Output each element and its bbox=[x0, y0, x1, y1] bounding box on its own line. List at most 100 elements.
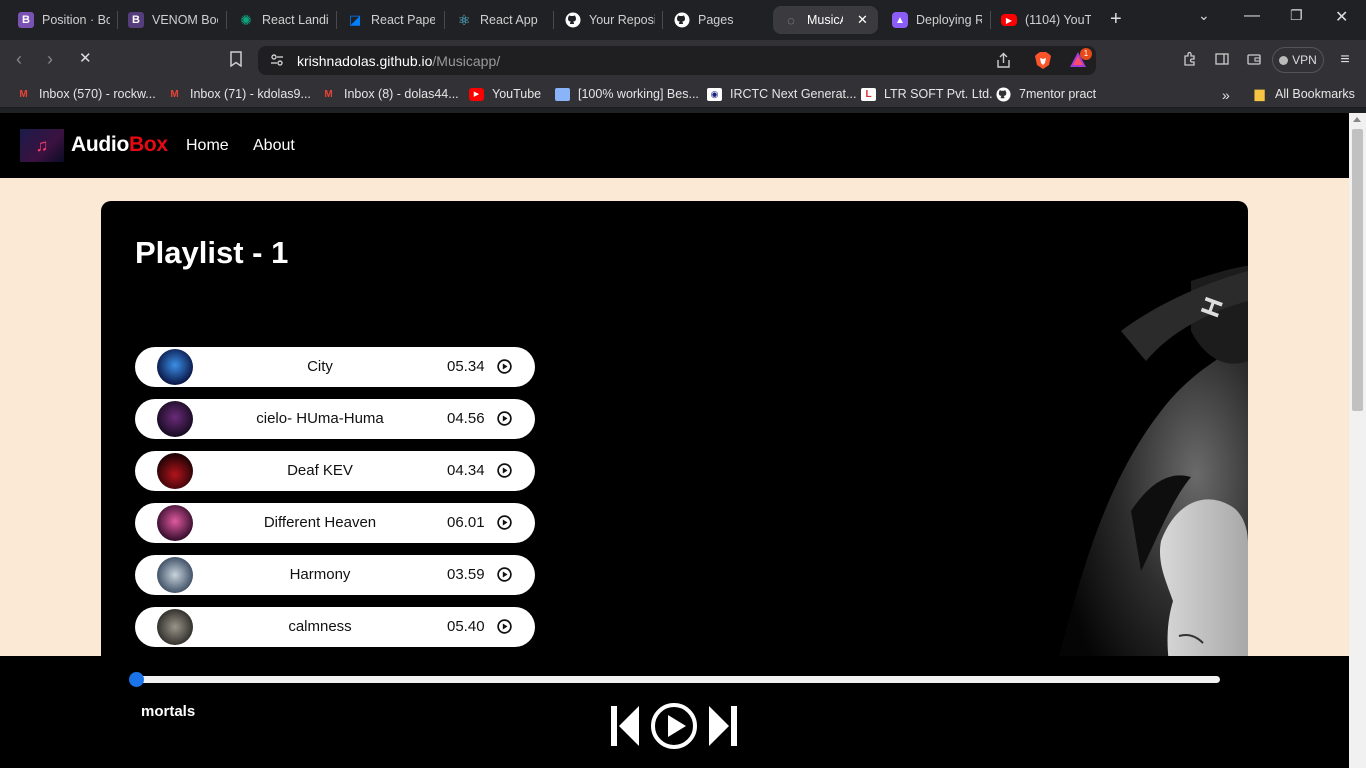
song-duration: 03.59 bbox=[447, 566, 485, 583]
tab-react-landing[interactable]: ✺ React Landin bbox=[238, 6, 328, 34]
tab-search-chevron-icon[interactable]: ⌄ bbox=[1198, 7, 1210, 24]
url-text[interactable]: krishnadolas.github.io/Musicapp/ bbox=[297, 53, 500, 69]
nav-about-link[interactable]: About bbox=[253, 137, 295, 155]
page-viewport: ♫ AudioBox Home About H Playlist - 1 Cit… bbox=[0, 113, 1349, 768]
stop-loading-icon[interactable]: ✕ bbox=[79, 50, 92, 68]
github-icon bbox=[996, 86, 1011, 102]
react-icon: ⚛ bbox=[457, 11, 471, 28]
nav-home-link[interactable]: Home bbox=[186, 137, 229, 155]
bookmark-gmail-1[interactable]: M Inbox (570) - rockw... bbox=[16, 87, 156, 101]
deploy-icon: ▲ bbox=[892, 12, 908, 28]
site-settings-icon[interactable] bbox=[270, 53, 284, 67]
brave-shields-icon[interactable] bbox=[1034, 51, 1052, 70]
tab-title: React App bbox=[480, 13, 538, 27]
song-item-city[interactable]: City 05.34 bbox=[135, 347, 535, 387]
progress-slider[interactable] bbox=[135, 676, 1220, 683]
bookmark-7mentor[interactable]: 7mentor pract bbox=[996, 86, 1096, 102]
notification-badge: 1 bbox=[1080, 48, 1092, 60]
tab-react-app[interactable]: ⚛ React App bbox=[456, 6, 546, 34]
song-name: Deaf KEV bbox=[287, 462, 353, 479]
bookmark-label: IRCTC Next Generat... bbox=[730, 87, 857, 101]
tab-title: Deploying R bbox=[916, 13, 982, 27]
page-icon bbox=[555, 87, 570, 101]
chatgpt-icon: ✺ bbox=[240, 11, 252, 28]
song-thumbnail bbox=[157, 609, 193, 645]
new-tab-plus-icon[interactable]: + bbox=[1110, 9, 1122, 29]
share-icon[interactable] bbox=[995, 52, 1012, 69]
song-name: calmness bbox=[288, 618, 352, 635]
previous-track-icon[interactable] bbox=[609, 704, 641, 748]
forward-arrow-icon[interactable]: › bbox=[47, 50, 53, 68]
bookmark-irctc[interactable]: ◉ IRCTC Next Generat... bbox=[707, 87, 856, 101]
play-pause-icon[interactable] bbox=[650, 702, 698, 750]
bookmark-100-working[interactable]: [100% working] Bes... bbox=[555, 87, 699, 101]
tab-position-bootstrap[interactable]: B Position · Bo bbox=[18, 6, 110, 34]
song-item-deaf-kev[interactable]: Deaf KEV 04.34 bbox=[135, 451, 535, 491]
song-item-cielo-huma-huma[interactable]: cielo- HUma-Huma 04.56 bbox=[135, 399, 535, 439]
tab-youtube[interactable]: ▶ (1104) YouT bbox=[1001, 6, 1091, 34]
scrollbar-thumb[interactable] bbox=[1352, 129, 1363, 411]
youtube-icon: ▶ bbox=[469, 87, 484, 101]
extensions-puzzle-icon[interactable] bbox=[1181, 51, 1199, 69]
tab-your-repositories[interactable]: Your Reposi bbox=[565, 6, 655, 34]
tab-pages[interactable]: Pages bbox=[674, 6, 764, 34]
song-thumbnail bbox=[157, 349, 193, 385]
playlist-card: H Playlist - 1 City 05.34 cielo- HUma-Hu… bbox=[101, 201, 1248, 721]
play-circle-icon[interactable] bbox=[497, 515, 512, 530]
minimize-icon[interactable]: — bbox=[1244, 7, 1260, 25]
song-thumbnail bbox=[157, 453, 193, 489]
menu-hamburger-icon[interactable]: ≡ bbox=[1336, 51, 1354, 69]
play-circle-icon[interactable] bbox=[497, 411, 512, 426]
song-item-different-heaven[interactable]: Different Heaven 06.01 bbox=[135, 503, 535, 543]
wallet-icon[interactable] bbox=[1245, 51, 1263, 69]
playlist-title: Playlist - 1 bbox=[135, 235, 289, 270]
bookmark-ltr-soft[interactable]: L LTR SOFT Pvt. Ltd. bbox=[861, 87, 993, 101]
tab-deploying-react[interactable]: ▲ Deploying R bbox=[892, 6, 982, 34]
vpn-button[interactable]: VPN bbox=[1272, 47, 1324, 73]
play-circle-icon[interactable] bbox=[497, 359, 512, 374]
bookmark-gmail-3[interactable]: M Inbox (8) - dolas44... bbox=[321, 87, 458, 101]
tab-title: VENOM Boo bbox=[152, 13, 218, 27]
play-circle-icon[interactable] bbox=[497, 463, 512, 478]
bookmarks-bar: M Inbox (570) - rockw... M Inbox (71) - … bbox=[0, 80, 1366, 108]
loading-icon: ◌ bbox=[787, 12, 795, 28]
song-item-calmness[interactable]: calmness 05.40 bbox=[135, 607, 535, 647]
sidebar-toggle-icon[interactable] bbox=[1213, 51, 1231, 69]
close-tab-icon[interactable]: ✕ bbox=[857, 12, 868, 28]
song-item-harmony[interactable]: Harmony 03.59 bbox=[135, 555, 535, 595]
page-scrollbar[interactable] bbox=[1349, 113, 1366, 768]
song-thumbnail bbox=[157, 557, 193, 593]
bookmark-label: LTR SOFT Pvt. Ltd. bbox=[884, 87, 993, 101]
now-playing-title: mortals bbox=[141, 703, 196, 720]
next-track-icon[interactable] bbox=[707, 704, 739, 748]
audiobox-logo[interactable]: ♫ bbox=[20, 129, 64, 162]
all-bookmarks-folder[interactable]: ▆ All Bookmarks bbox=[1252, 86, 1355, 101]
close-window-icon[interactable]: ✕ bbox=[1335, 7, 1348, 27]
music-note-icon: ♫ bbox=[35, 135, 49, 155]
bookmark-label: Inbox (570) - rockw... bbox=[39, 87, 156, 101]
tab-musicapp-active[interactable]: ◌ MusicA ✕ bbox=[773, 6, 878, 34]
site-brand[interactable]: AudioBox bbox=[71, 133, 168, 157]
play-circle-icon[interactable] bbox=[497, 619, 512, 634]
gmail-icon: M bbox=[324, 88, 333, 100]
progress-slider-handle[interactable] bbox=[129, 672, 144, 687]
tab-react-paper[interactable]: ◪ React Paper bbox=[347, 6, 435, 34]
tab-title: React Paper bbox=[371, 13, 435, 27]
bookmark-gmail-2[interactable]: M Inbox (71) - kdolas9... bbox=[167, 87, 311, 101]
bookmark-youtube[interactable]: ▶ YouTube bbox=[469, 87, 541, 101]
restore-window-icon[interactable]: ❐ bbox=[1290, 7, 1303, 24]
bookmark-page-icon[interactable] bbox=[229, 51, 243, 70]
scroll-up-arrow-icon[interactable] bbox=[1353, 117, 1361, 122]
more-bookmarks-chevron-icon[interactable]: » bbox=[1222, 87, 1230, 103]
tab-venom-bootstrap[interactable]: B VENOM Boo bbox=[128, 6, 218, 34]
play-circle-icon[interactable] bbox=[497, 567, 512, 582]
back-arrow-icon[interactable]: ‹ bbox=[16, 50, 22, 68]
youtube-icon: ▶ bbox=[1001, 14, 1017, 26]
folder-icon: ▆ bbox=[1254, 86, 1265, 101]
browser-tab-strip: B Position · Bo B VENOM Boo ✺ React Land… bbox=[0, 0, 1366, 40]
vpn-status-dot-icon bbox=[1279, 55, 1289, 65]
song-thumbnail bbox=[157, 401, 193, 437]
irctc-icon: ◉ bbox=[707, 87, 722, 101]
address-bar[interactable]: krishnadolas.github.io/Musicapp/ bbox=[258, 46, 1096, 75]
tab-title: Pages bbox=[698, 13, 734, 27]
